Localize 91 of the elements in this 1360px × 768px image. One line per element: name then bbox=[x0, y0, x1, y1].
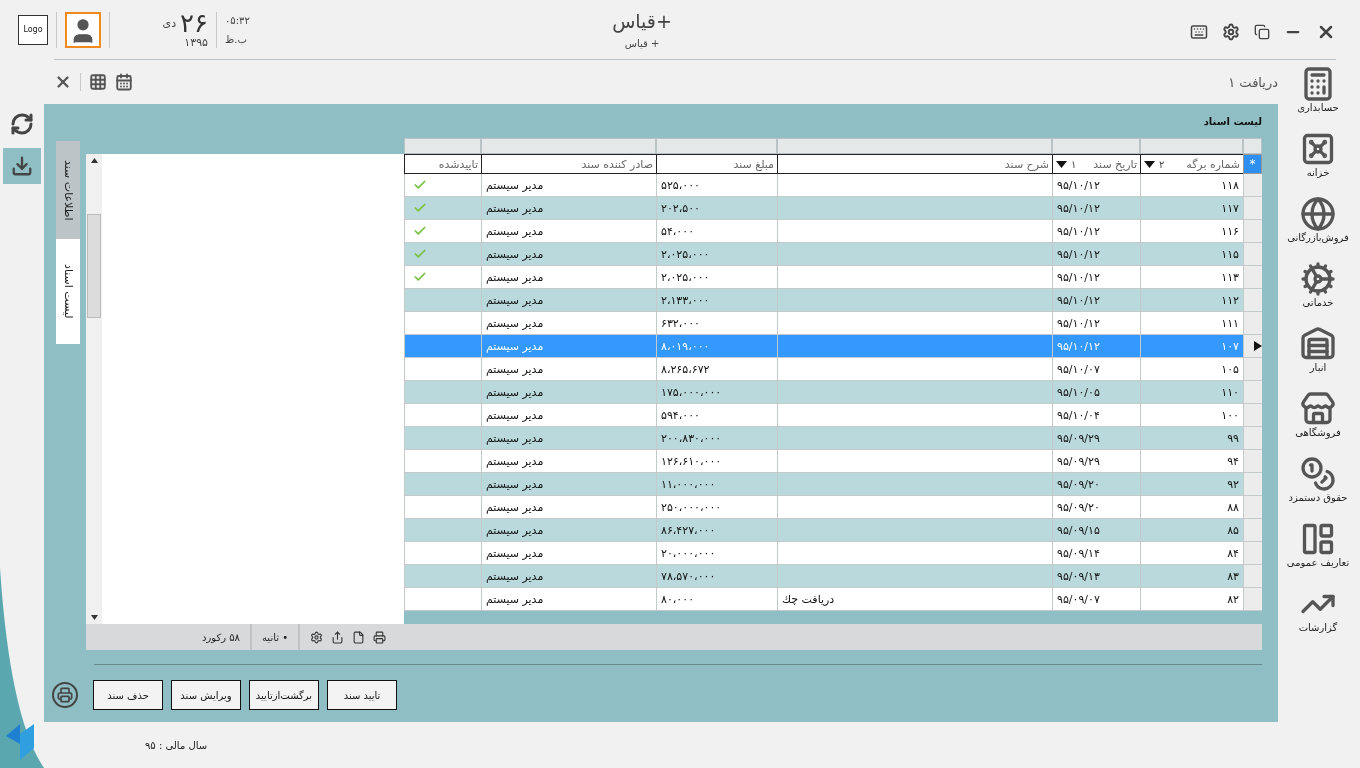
settings-icon[interactable] bbox=[1222, 22, 1240, 41]
column-header[interactable]: شرح سند bbox=[777, 154, 1052, 174]
table-cell: مدیر سیستم bbox=[481, 588, 656, 611]
table-row[interactable]: ۱۱۵ ۹۵/۱۰/۱۲ ۲،۰۲۵،۰۰۰ مدیر سیستم bbox=[404, 243, 1262, 266]
nav-item[interactable]: خدماتی bbox=[1300, 261, 1336, 320]
table-row[interactable]: ۱۱۸ ۹۵/۱۰/۱۲ ۵۲۵،۰۰۰ مدیر سیستم bbox=[404, 174, 1262, 197]
column-header[interactable]: مبلغ سند bbox=[656, 154, 777, 174]
side-tab[interactable]: لیست اسناد bbox=[56, 239, 80, 344]
action-button[interactable]: حذف سند bbox=[93, 680, 163, 710]
coins-icon bbox=[1300, 456, 1336, 492]
download-icon bbox=[11, 155, 33, 177]
print-button[interactable] bbox=[52, 682, 78, 708]
column-header[interactable]: شماره برگه ۲ bbox=[1140, 154, 1243, 174]
scrollbar[interactable] bbox=[86, 154, 102, 624]
sort-icon bbox=[1144, 160, 1155, 168]
table-cell: ۹۵/۰۹/۰۷ bbox=[1052, 588, 1140, 611]
meridiem-text: ب.ظ bbox=[225, 33, 248, 45]
day-number: ۲۶ bbox=[180, 10, 208, 36]
month-name: دی bbox=[162, 16, 177, 30]
table-row[interactable]: ۱۱۱ ۹۵/۱۰/۱۲ ۶۳۲،۰۰۰ مدیر سیستم bbox=[404, 312, 1262, 335]
nav-item[interactable]: حسابداری bbox=[1297, 66, 1339, 125]
share-icon[interactable] bbox=[331, 630, 345, 644]
layout-icon bbox=[1300, 521, 1336, 557]
nav-item[interactable]: حقوق دستمزد bbox=[1288, 456, 1348, 515]
printer-icon[interactable] bbox=[373, 630, 387, 644]
refresh-icon bbox=[10, 112, 34, 136]
table-row[interactable]: ۸۵ ۹۵/۰۹/۱۵ ۸۶،۴۲۷،۰۰۰ مدیر سیستم bbox=[404, 519, 1262, 542]
timer-text: • ثانیه bbox=[261, 631, 290, 643]
scroll-down-icon[interactable] bbox=[90, 615, 98, 620]
page-tab[interactable]: دریافت ۱ bbox=[1228, 74, 1278, 90]
panel-title: لیست اسناد bbox=[1202, 116, 1262, 129]
scroll-up-icon[interactable] bbox=[90, 158, 98, 163]
check-icon bbox=[413, 247, 427, 261]
app-subtitle: قیاس + bbox=[624, 38, 660, 49]
table-row[interactable]: ۹۲ ۹۵/۰۹/۲۰ ۱۱،۰۰۰،۰۰۰ مدیر سیستم bbox=[404, 473, 1262, 496]
gear-icon bbox=[1300, 261, 1336, 297]
nav-item[interactable]: گزارشات bbox=[1298, 586, 1338, 645]
check-icon bbox=[413, 178, 427, 192]
sort-icon bbox=[1056, 160, 1067, 168]
group-header-cell bbox=[1243, 138, 1262, 154]
table-row[interactable]: ۸۳ ۹۵/۰۹/۱۳ ۷۸،۵۷۰،۰۰۰ مدیر سیستم bbox=[404, 565, 1262, 588]
warehouse-icon bbox=[1300, 326, 1336, 362]
safe-icon bbox=[1300, 131, 1336, 167]
globe-icon bbox=[1300, 196, 1336, 232]
year-text: ۱۳۹۵ bbox=[184, 36, 208, 49]
fiscal-year: سال مالی : ۹۵ bbox=[144, 738, 209, 753]
file-icon[interactable] bbox=[352, 630, 366, 644]
app-title: قیاس+ bbox=[612, 10, 672, 32]
side-tab[interactable]: اطلاعات سند bbox=[56, 141, 80, 239]
restore-icon[interactable] bbox=[1254, 23, 1270, 40]
clock-time: ۰۵:۳۲ bbox=[225, 14, 250, 26]
nav-item[interactable]: فروشگاهی bbox=[1295, 391, 1341, 450]
nav-item[interactable]: خزانه bbox=[1300, 131, 1336, 190]
action-button[interactable]: تایید سند bbox=[327, 680, 397, 710]
nav-item[interactable]: انبار bbox=[1300, 326, 1336, 385]
nav-item[interactable]: فروش‌بازرگانی bbox=[1287, 196, 1349, 255]
table-cell: ۸۰،۰۰۰ bbox=[656, 588, 777, 611]
table-row[interactable]: ۸۲ ۹۵/۰۹/۰۷ دریافت چك ۸۰،۰۰۰ مدیر سیستم bbox=[404, 588, 1262, 611]
current-row-icon bbox=[1254, 341, 1262, 351]
check-icon bbox=[413, 201, 427, 215]
calendar-icon[interactable] bbox=[115, 73, 133, 91]
record-count: ۵۸ رکورد bbox=[201, 631, 241, 643]
settings-icon[interactable] bbox=[310, 630, 324, 644]
action-button[interactable]: برگشت‌ازتایید bbox=[249, 680, 319, 710]
table-row[interactable]: ۱۱۶ ۹۵/۱۰/۱۲ ۵۴،۰۰۰ مدیر سیستم bbox=[404, 220, 1262, 243]
table-cell: ۸۲ bbox=[1140, 588, 1243, 611]
table-row[interactable]: ۱۰۵ ۹۵/۱۰/۰۷ ۸،۲۶۵،۶۷۲ مدیر سیستم bbox=[404, 358, 1262, 381]
avatar[interactable] bbox=[65, 11, 101, 48]
keyboard-icon[interactable] bbox=[1190, 22, 1208, 41]
column-header[interactable]: تاییدشده bbox=[404, 154, 481, 174]
table-row[interactable]: ۱۱۲ ۹۵/۱۰/۱۲ ۲،۱۳۳،۰۰۰ مدیر سیستم bbox=[404, 289, 1262, 312]
table-row[interactable]: ۹۹ ۹۵/۰۹/۲۹ ۲۰۰،۸۳۰،۰۰۰ مدیر سیستم bbox=[404, 427, 1262, 450]
table-row[interactable]: ۹۴ ۹۵/۰۹/۲۹ ۱۲۶،۶۱۰،۰۰۰ مدیر سیستم bbox=[404, 450, 1262, 473]
store-icon bbox=[1300, 391, 1336, 427]
download-button[interactable] bbox=[3, 148, 41, 184]
table-row[interactable]: ۱۰۰ ۹۵/۱۰/۰۴ ۵۹۴،۰۰۰ مدیر سیستم bbox=[404, 404, 1262, 427]
close-icon[interactable] bbox=[54, 73, 72, 91]
nav-item[interactable]: تعاریف عمومی bbox=[1286, 521, 1350, 580]
table-cell: دریافت چك bbox=[777, 588, 1052, 611]
column-header[interactable]: صادر کننده سند bbox=[481, 154, 656, 174]
table-row[interactable]: ۱۱۰ ۹۵/۱۰/۰۵ ۱۷۵،۰۰۰،۰۰۰ مدیر سیستم bbox=[404, 381, 1262, 404]
table-row[interactable]: ۱۱۳ ۹۵/۱۰/۱۲ ۲،۰۲۵،۰۰۰ مدیر سیستم bbox=[404, 266, 1262, 289]
logo: Logo bbox=[18, 14, 48, 45]
action-button[interactable]: ویرایش سند bbox=[171, 680, 241, 710]
check-icon bbox=[413, 224, 427, 238]
column-header[interactable]: تاریخ سند ۱ bbox=[1052, 154, 1140, 174]
check-icon bbox=[413, 270, 427, 284]
scroll-thumb[interactable] bbox=[87, 214, 101, 318]
table-row[interactable]: ۸۴ ۹۵/۰۹/۱۴ ۲۰،۰۰۰،۰۰۰ مدیر سیستم bbox=[404, 542, 1262, 565]
table-row[interactable]: ۸۸ ۹۵/۰۹/۲۰ ۲۵۰،۰۰۰،۰۰۰ مدیر سیستم bbox=[404, 496, 1262, 519]
table-row[interactable]: ۱۱۷ ۹۵/۱۰/۱۲ ۲۰۲،۵۰۰ مدیر سیستم bbox=[404, 197, 1262, 220]
